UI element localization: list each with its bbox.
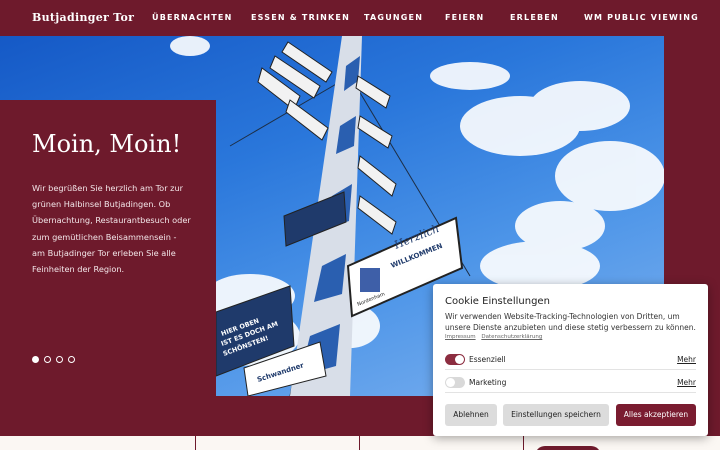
hero-title: Moin, Moin! [32,130,182,158]
marketing-label: Marketing [469,378,507,387]
nav-feiern[interactable]: FEIERN [445,13,484,22]
strip-button[interactable] [535,446,601,450]
cookie-links: Impressum Datenschutzerklärung [445,334,546,340]
slider-dot-2[interactable] [44,356,51,363]
impressum-link[interactable]: Impressum [445,334,476,340]
column-divider [195,436,196,450]
content-strip [0,436,720,450]
toggle-knob [446,378,455,387]
slider-dot-4[interactable] [68,356,75,363]
cookie-text: Wir verwenden Website-Tracking-Technolog… [445,312,696,332]
slider-dots [32,356,75,363]
column-divider [359,436,360,450]
essenziell-label: Essenziell [469,355,506,364]
save-settings-button[interactable]: Einstellungen speichern [503,404,609,426]
intro-panel: Moin, Moin! Wir begrüßen Sie herzlich am… [0,100,216,396]
slider-dot-1[interactable] [32,356,39,363]
marketing-toggle[interactable] [445,377,465,388]
essenziell-more-link[interactable]: Mehr [677,355,696,364]
nav-essen-trinken[interactable]: ESSEN & TRINKEN [251,13,350,22]
marketing-more-link[interactable]: Mehr [677,378,696,387]
cookie-option-marketing: Marketing Mehr [445,373,696,393]
datenschutz-link[interactable]: Datenschutzerklärung [481,334,542,340]
hero-text: Wir begrüßen Sie herzlich am Tor zur grü… [32,183,191,275]
accept-all-button[interactable]: Alles akzeptieren [616,404,696,426]
slider-dot-3[interactable] [56,356,63,363]
toggle-knob [455,355,464,364]
cookie-option-essenziell: Essenziell Mehr [445,350,696,370]
cookie-title: Cookie Einstellungen [445,296,550,307]
column-divider [523,436,524,450]
site-header: Butjadinger Tor ÜBERNACHTEN ESSEN & TRIN… [0,0,720,36]
essenziell-toggle[interactable] [445,354,465,365]
nav-uebernachten[interactable]: ÜBERNACHTEN [152,13,233,22]
cookie-dialog: Cookie Einstellungen Wir verwenden Websi… [433,284,708,436]
nav-wm-public-viewing[interactable]: WM PUBLIC VIEWING [584,13,699,22]
nav-erleben[interactable]: ERLEBEN [510,13,559,22]
nav-tagungen[interactable]: TAGUNGEN [364,13,423,22]
brand-logo[interactable]: Butjadinger Tor [32,11,134,24]
reject-button[interactable]: Ablehnen [445,404,497,426]
